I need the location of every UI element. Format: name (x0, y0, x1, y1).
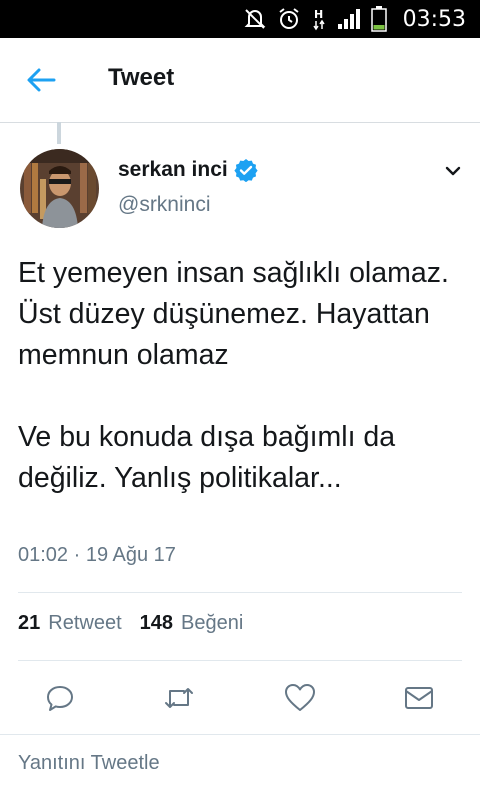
avatar[interactable] (20, 149, 99, 228)
avatar-image (20, 149, 99, 228)
author-name[interactable]: serkan inci (118, 158, 228, 182)
reply-icon (47, 686, 73, 711)
author-handle[interactable]: @srkninci (118, 193, 211, 217)
signal-icon (337, 9, 360, 29)
direct-message-icon (405, 687, 433, 709)
alarm-icon (278, 8, 299, 29)
reply-button[interactable] (42, 680, 78, 716)
divider (18, 660, 462, 661)
like-count[interactable]: 148 (140, 612, 173, 635)
chevron-down-icon (445, 166, 461, 176)
thread-connector-line (57, 122, 61, 144)
like-label[interactable]: Beğeni (181, 612, 243, 635)
back-button[interactable] (24, 64, 60, 96)
divider (0, 734, 480, 735)
data-h-icon: H (312, 8, 325, 31)
arrow-left-icon (27, 68, 56, 92)
page-title: Tweet (108, 64, 175, 91)
tweet-action-bar (0, 680, 480, 716)
retweet-icon (165, 688, 193, 708)
status-bar: H 03:53 (0, 0, 480, 38)
like-button[interactable] (282, 680, 318, 716)
verified-badge-icon (234, 159, 258, 182)
tweet-stats: 21 Retweet 148 Beğeni (18, 612, 253, 635)
author-name-row[interactable]: serkan inci (118, 158, 258, 182)
like-icon (285, 684, 315, 711)
retweet-label[interactable]: Retweet (48, 612, 121, 635)
tweet-text: Et yemeyen insan sağlıklı olamaz. Üst dü… (18, 257, 449, 494)
retweet-count[interactable]: 21 (18, 612, 40, 635)
tweet-menu-button[interactable] (442, 160, 464, 182)
mute-icon (244, 9, 266, 29)
clock: 03:53 (402, 6, 466, 32)
tweet-timestamp: 01:02 · 19 Ağu 17 (18, 544, 176, 566)
reply-input[interactable]: Yanıtını Tweetle (18, 752, 160, 775)
direct-message-button[interactable] (401, 680, 437, 716)
divider (18, 592, 462, 593)
svg-text:H: H (314, 8, 323, 21)
retweet-button[interactable] (161, 680, 197, 716)
battery-icon (370, 6, 387, 32)
app-bar: Tweet (0, 38, 480, 123)
